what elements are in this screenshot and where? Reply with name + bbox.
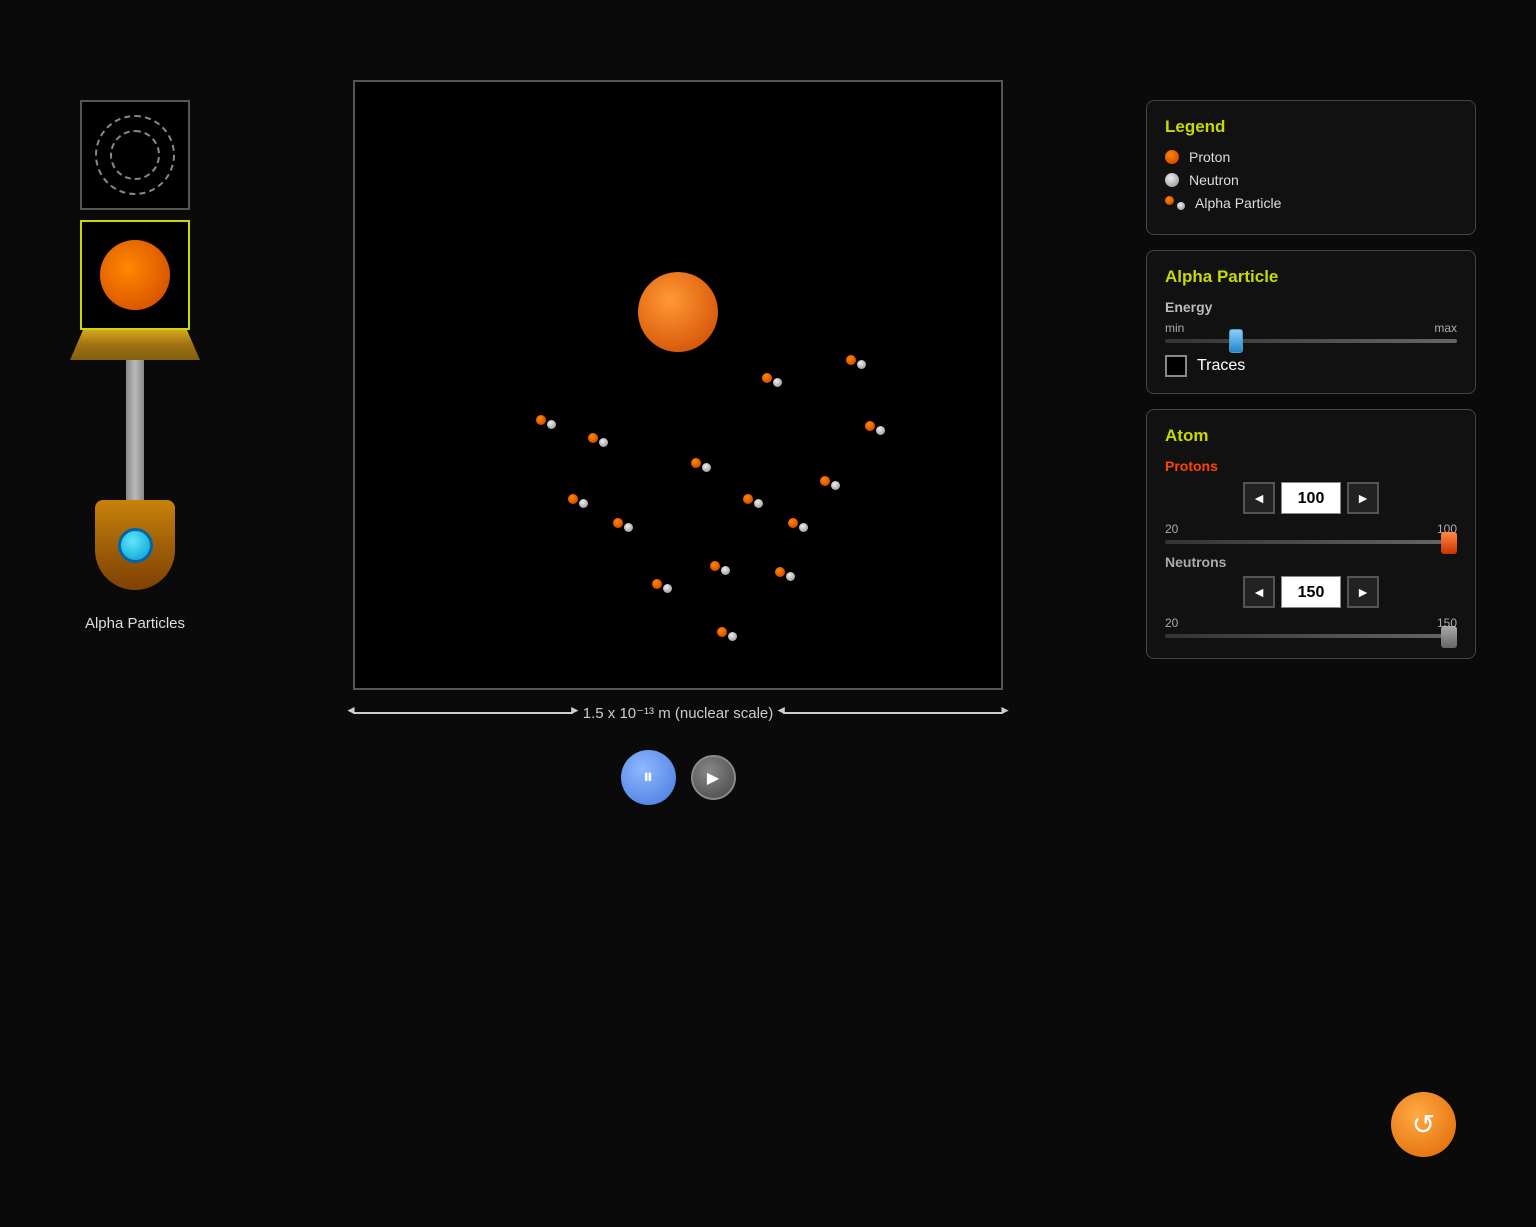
legend-proton-row: Proton: [1165, 149, 1457, 165]
simulation-area: 1.5 x 10⁻¹³ m (nuclear scale) ⏸ ▶: [240, 80, 1116, 805]
neutrons-slider-thumb[interactable]: [1441, 626, 1457, 648]
neutrons-slider-track[interactable]: [1165, 634, 1457, 638]
alpha-particle-title: Alpha Particle: [1165, 267, 1457, 287]
protons-stepper: ◄ 100 ►: [1165, 482, 1457, 514]
alpha-particle-4: [613, 518, 633, 532]
atom-panel: Atom Protons ◄ 100 ► 20 100 Neutrons ◄ 1…: [1146, 409, 1476, 659]
legend-panel: Legend Proton Neutron Alpha Particle: [1146, 100, 1476, 235]
protons-decrease-btn[interactable]: ◄: [1243, 482, 1275, 514]
alpha-particle-10: [865, 421, 885, 435]
atom-title: Atom: [1165, 426, 1457, 446]
energy-slider-track[interactable]: [1165, 339, 1457, 343]
playback-controls: ⏸ ▶: [621, 750, 736, 805]
energy-range-labels: min max: [1165, 321, 1457, 335]
neutrons-decrease-btn[interactable]: ◄: [1243, 576, 1275, 608]
alpha-particle-14: [788, 518, 808, 532]
neutrons-min: 20: [1165, 616, 1178, 630]
proton-label: Proton: [1189, 149, 1230, 165]
alpha-particle-12: [536, 415, 556, 429]
neutron-label: Neutron: [1189, 172, 1239, 188]
alpha-particle-13: [588, 433, 608, 447]
energy-label: Energy: [1165, 299, 1457, 315]
protons-min: 20: [1165, 522, 1178, 536]
protons-slider-track[interactable]: [1165, 540, 1457, 544]
atom-preview-box: [80, 220, 190, 330]
gun-body: [95, 500, 175, 590]
alpha-particle-3: [710, 561, 730, 575]
alpha-particle-5: [846, 355, 866, 369]
alpha-particle-1: [691, 458, 711, 472]
alpha-icon: [1165, 196, 1185, 210]
protons-range-labels: 20 100: [1165, 522, 1457, 536]
protons-increase-btn[interactable]: ►: [1347, 482, 1379, 514]
legend-alpha-row: Alpha Particle: [1165, 195, 1457, 211]
step-button[interactable]: ▶: [691, 755, 736, 800]
alpha-label: Alpha Particle: [1195, 195, 1281, 211]
gun-platform: [70, 330, 200, 360]
target-inner-ring: [110, 130, 160, 180]
right-panel: Legend Proton Neutron Alpha Particle Alp…: [1146, 100, 1476, 659]
scale-arrow-line: [353, 712, 573, 714]
scale-arrow-line-2: [783, 712, 1003, 714]
alpha-particle-6: [820, 476, 840, 490]
energy-slider-thumb[interactable]: [1229, 329, 1243, 353]
protons-value: 100: [1281, 482, 1341, 514]
gun-button: [118, 528, 153, 563]
alpha-particle-11: [775, 567, 795, 581]
neutrons-value: 150: [1281, 576, 1341, 608]
alpha-particle-2: [762, 373, 782, 387]
traces-checkbox[interactable]: [1165, 355, 1187, 377]
neutron-icon: [1165, 173, 1179, 187]
alpha-particle-15: [717, 627, 737, 641]
gun-assembly: [70, 330, 200, 590]
traces-label: Traces: [1197, 357, 1245, 375]
energy-min-label: min: [1165, 321, 1184, 335]
main-nucleus: [638, 272, 718, 352]
legend-neutron-row: Neutron: [1165, 172, 1457, 188]
neutrons-title: Neutrons: [1165, 554, 1457, 570]
alpha-particle-9: [652, 579, 672, 593]
neutrons-stepper: ◄ 150 ►: [1165, 576, 1457, 608]
alpha-particle-8: [743, 494, 763, 508]
protons-slider-thumb[interactable]: [1441, 532, 1457, 554]
alpha-particle-7: [568, 494, 588, 508]
traces-row: Traces: [1165, 355, 1457, 377]
pause-button[interactable]: ⏸: [621, 750, 676, 805]
reset-button[interactable]: ↺: [1391, 1092, 1456, 1157]
neutrons-increase-btn[interactable]: ►: [1347, 576, 1379, 608]
legend-title: Legend: [1165, 117, 1457, 137]
energy-max-label: max: [1434, 321, 1457, 335]
target-display: [80, 100, 190, 210]
left-panel: Alpha Particles: [60, 100, 210, 632]
alpha-particles-label: Alpha Particles: [85, 615, 185, 632]
scale-bar: 1.5 x 10⁻¹³ m (nuclear scale): [353, 704, 1003, 722]
alpha-particle-panel: Alpha Particle Energy min max Traces: [1146, 250, 1476, 394]
nucleus-preview: [100, 240, 170, 310]
neutrons-range-labels: 20 150: [1165, 616, 1457, 630]
gun-barrel: [126, 360, 144, 500]
protons-title: Protons: [1165, 458, 1457, 474]
proton-icon: [1165, 150, 1179, 164]
scale-label: 1.5 x 10⁻¹³ m (nuclear scale): [583, 704, 773, 722]
simulation-canvas: [353, 80, 1003, 690]
